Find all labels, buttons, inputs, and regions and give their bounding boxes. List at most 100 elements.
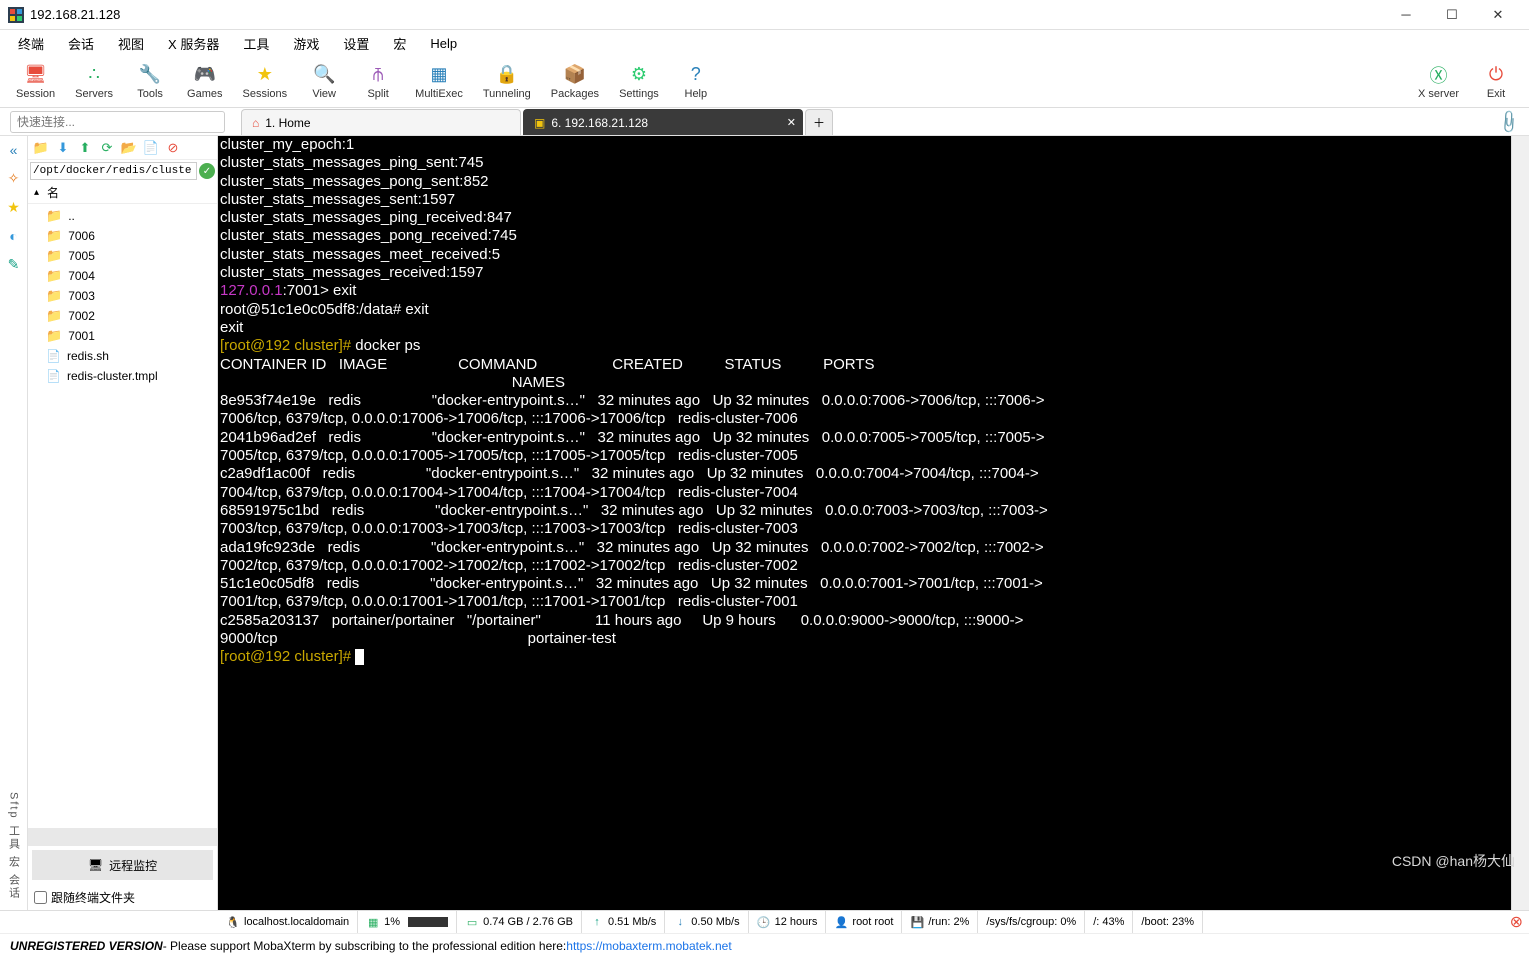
terminal-line: cluster_stats_messages_received:1597	[220, 264, 1509, 282]
menu-4[interactable]: 工具	[233, 32, 279, 55]
toolbar-split[interactable]: ⫚Split	[351, 62, 405, 102]
terminal-line: cluster_stats_messages_ping_received:847	[220, 209, 1509, 227]
tab-home[interactable]: ⌂ 1. Home	[241, 109, 521, 135]
tab-add[interactable]: ＋	[805, 109, 833, 135]
folder-icon: 📁	[46, 248, 62, 264]
terminal-line: 7006/tcp, 6379/tcp, 0.0.0.0:17006->17006…	[220, 410, 1509, 428]
minimize-button[interactable]: ─	[1383, 1, 1429, 29]
attachment-icon[interactable]: 📎	[1495, 107, 1523, 135]
sftp-folder-icon[interactable]: 📁	[32, 139, 50, 157]
toolbar-settings[interactable]: ⚙Settings	[609, 62, 669, 102]
terminal-line: 8e953f74e19e redis "docker-entrypoint.s……	[220, 392, 1509, 410]
folder-icon: 📁	[46, 228, 62, 244]
strip-icon-1[interactable]: ✧	[8, 170, 20, 187]
tab-active-label: 6. 192.168.21.128	[551, 116, 648, 130]
toolbar-view[interactable]: 🔍View	[297, 62, 351, 102]
toolbar-packages[interactable]: 📦Packages	[541, 62, 609, 102]
follow-terminal-checkbox[interactable]	[34, 891, 47, 904]
sftp-refresh-icon[interactable]: ⟳	[98, 139, 116, 157]
sftp-upload-icon[interactable]: ⬆	[76, 139, 94, 157]
status-disk-2: /: 43%	[1085, 911, 1133, 933]
sftp-item-7006[interactable]: 📁7006	[28, 226, 217, 246]
status-close-icon[interactable]: ⊗	[1510, 912, 1523, 932]
toolbar-icon-7: ▦	[428, 64, 450, 86]
menu-1[interactable]: 会话	[58, 32, 104, 55]
status-host: 🐧localhost.localdomain	[218, 911, 358, 933]
sftp-header[interactable]: ▴ 名	[28, 182, 217, 204]
toolbar-sessions[interactable]: ★Sessions	[233, 62, 298, 102]
sftp-item-7003[interactable]: 📁7003	[28, 286, 217, 306]
terminal-line: cluster_my_epoch:1	[220, 136, 1509, 154]
toolbar-session[interactable]: 🖥Session	[6, 62, 65, 102]
toolbar-exit[interactable]: ⏻Exit	[1469, 62, 1523, 102]
status-disk-0: 💾/run: 2%	[902, 911, 978, 933]
sftp-item-7001[interactable]: 📁7001	[28, 326, 217, 346]
toolbar-icon-9: 📦	[564, 64, 586, 86]
app-icon	[8, 7, 24, 23]
sftp-download-icon[interactable]: ⬇	[54, 139, 72, 157]
status-cpu: ▦1%	[358, 911, 457, 933]
download-icon: ↓	[673, 915, 687, 929]
strip-icon-3[interactable]: ◐	[9, 228, 17, 244]
sftp-item-7002[interactable]: 📁7002	[28, 306, 217, 326]
menu-8[interactable]: Help	[420, 34, 467, 53]
toolbar-help[interactable]: ?Help	[669, 62, 723, 102]
menu-5[interactable]: 游戏	[283, 32, 329, 55]
tab-session-active[interactable]: ▣ 6. 192.168.21.128 ✕	[523, 109, 803, 135]
tab-close-icon[interactable]: ✕	[787, 116, 796, 129]
toolbar-icon-8: 🔒	[496, 64, 518, 86]
terminal-line: [root@192 cluster]#	[220, 648, 1509, 666]
menu-7[interactable]: 宏	[383, 32, 416, 55]
sftp-newfolder-icon[interactable]: 📂	[120, 139, 138, 157]
terminal-scrollbar[interactable]	[1511, 136, 1529, 910]
toolbar-icon-3: 🎮	[194, 64, 216, 86]
sftp-item-redis.sh[interactable]: 📄redis.sh	[28, 346, 217, 366]
cpu-icon: ▦	[366, 915, 380, 929]
titlebar: 192.168.21.128 ─ ☐ ✕	[0, 0, 1529, 30]
toolbar-icon-1: ∴	[83, 64, 105, 86]
star-icon[interactable]: ★	[7, 199, 20, 216]
terminal-line: cluster_stats_messages_sent:1597	[220, 191, 1509, 209]
sftp-item-redis-cluster.tmpl[interactable]: 📄redis-cluster.tmpl	[28, 366, 217, 386]
toolbar-x-server[interactable]: ⓍX server	[1408, 62, 1469, 102]
strip-icon-4[interactable]: ✎	[8, 256, 20, 273]
user-icon: 👤	[834, 915, 848, 929]
sftp-hscroll[interactable]	[28, 828, 217, 846]
sftp-path-input[interactable]	[30, 162, 197, 180]
terminal-line: 7005/tcp, 6379/tcp, 0.0.0.0:17005->17005…	[220, 447, 1509, 465]
support-msg: - Please support MobaXterm by subscribin…	[163, 939, 567, 953]
status-down: ↓0.50 Mb/s	[665, 911, 748, 933]
unregistered-label: UNREGISTERED VERSION	[10, 939, 163, 953]
remote-monitor-label: 远程监控	[109, 857, 157, 874]
menu-0[interactable]: 终端	[8, 32, 54, 55]
quick-connect-input[interactable]	[10, 111, 225, 133]
window-title: 192.168.21.128	[30, 7, 120, 22]
sftp-item-7004[interactable]: 📁7004	[28, 266, 217, 286]
toolbar-tunneling[interactable]: 🔒Tunneling	[473, 62, 541, 102]
sftp-item-..[interactable]: 📁..	[28, 206, 217, 226]
maximize-button[interactable]: ☐	[1429, 1, 1475, 29]
upload-icon: ↑	[590, 915, 604, 929]
collapse-icon[interactable]: «	[10, 142, 18, 158]
menu-2[interactable]: 视图	[108, 32, 154, 55]
follow-terminal-row[interactable]: 跟随终端文件夹	[28, 884, 217, 910]
menu-6[interactable]: 设置	[333, 32, 379, 55]
sftp-tree[interactable]: 📁..📁7006📁7005📁7004📁7003📁7002📁7001📄redis.…	[28, 204, 217, 828]
toolbar-tools[interactable]: 🔧Tools	[123, 62, 177, 102]
sftp-delete-icon[interactable]: ⊘	[164, 139, 182, 157]
toolbar-games[interactable]: 🎮Games	[177, 62, 232, 102]
toolbar-icon-4: ★	[254, 64, 276, 86]
sftp-header-name: 名	[47, 184, 59, 201]
remote-monitor-button[interactable]: 🖥 远程监控	[32, 850, 213, 880]
quick-tabs-row: ⌂ 1. Home ▣ 6. 192.168.21.128 ✕ ＋ 📎	[0, 108, 1529, 136]
sftp-newfile-icon[interactable]: 📄	[142, 139, 160, 157]
sftp-item-7005[interactable]: 📁7005	[28, 246, 217, 266]
support-link[interactable]: https://mobaxterm.mobatek.net	[566, 939, 731, 953]
menu-3[interactable]: X 服务器	[158, 32, 229, 55]
terminal-line: 127.0.0.1:7001> exit	[220, 282, 1509, 300]
toolbar-servers[interactable]: ∴Servers	[65, 62, 123, 102]
close-button[interactable]: ✕	[1475, 1, 1521, 29]
toolbar-multiexec[interactable]: ▦MultiExec	[405, 62, 473, 102]
terminal-output[interactable]: cluster_my_epoch:1 cluster_stats_messages…	[218, 136, 1511, 910]
status-user: 👤root root	[826, 911, 902, 933]
